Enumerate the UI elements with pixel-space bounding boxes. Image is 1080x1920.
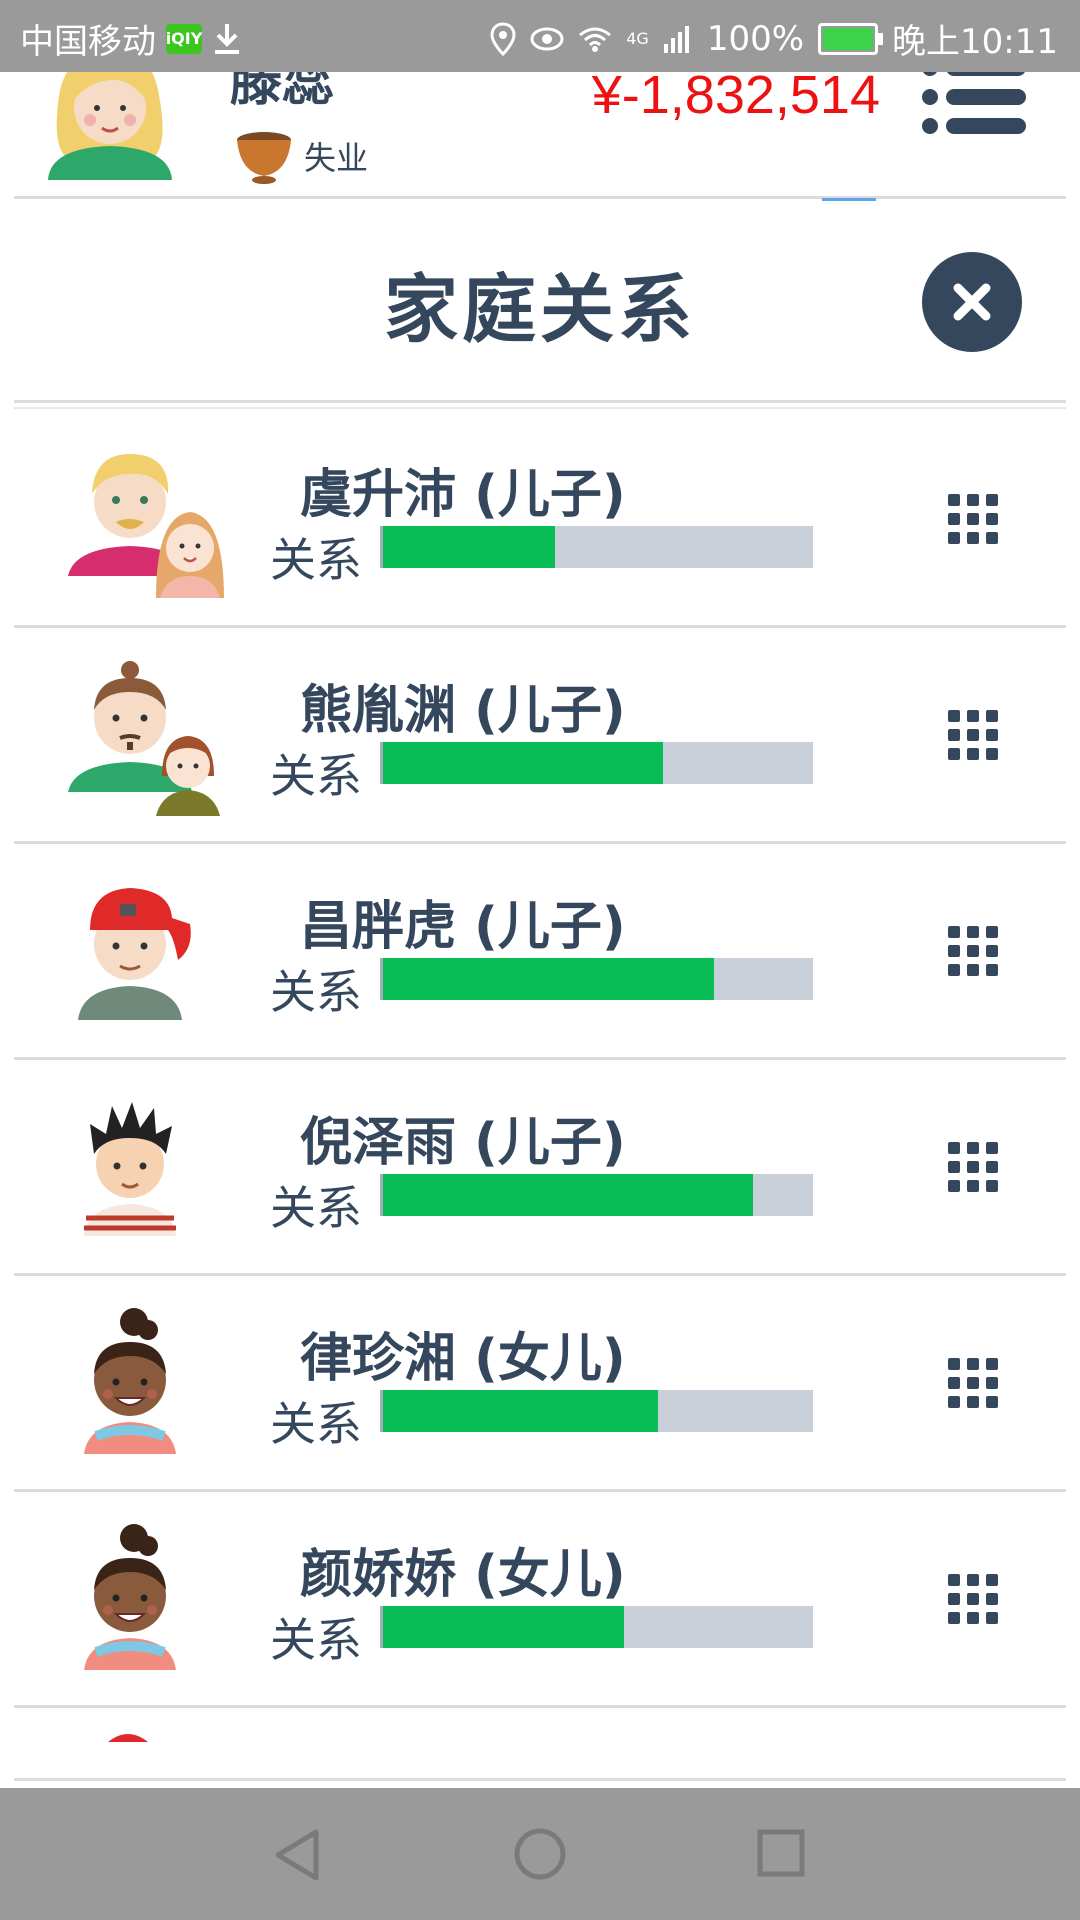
member-name: 熊胤渊 (儿子) — [300, 681, 626, 741]
relation-label: 关系 — [270, 749, 362, 803]
relation-label: 关系 — [270, 1397, 362, 1451]
avatar — [68, 661, 220, 816]
close-icon — [953, 283, 991, 321]
list-item[interactable]: 倪泽雨 (儿子) 关系 — [14, 1060, 1066, 1276]
member-name: 倪泽雨 (儿子) — [300, 1113, 626, 1173]
relation-bar — [380, 958, 813, 1000]
back-icon[interactable] — [272, 1828, 324, 1882]
grid-menu-icon[interactable] — [948, 926, 998, 976]
relation-bar-fill — [383, 958, 715, 1000]
relation-label: 关系 — [270, 533, 362, 587]
list-item[interactable]: 颜娇娇 (女儿) 关系 — [14, 1492, 1066, 1708]
avatar — [68, 454, 224, 598]
list-item[interactable]: 熊胤渊 (儿子) 关系 — [14, 628, 1066, 844]
divider — [14, 407, 1066, 409]
grid-menu-icon[interactable] — [948, 710, 998, 760]
wifi-icon — [579, 27, 612, 52]
relation-bar — [380, 1390, 813, 1432]
relation-bar — [380, 526, 813, 568]
battery-icon — [818, 22, 884, 55]
relation-bar-fill — [383, 1606, 624, 1648]
carrier-label: 中国移动 — [20, 22, 156, 62]
network-type: 4G — [626, 29, 649, 48]
grid-menu-icon[interactable] — [948, 1142, 998, 1192]
home-icon[interactable] — [512, 1826, 568, 1882]
relation-label: 关系 — [270, 1181, 362, 1235]
scroll-indicator — [822, 198, 876, 201]
money-balance: ¥-1,832,514 — [591, 65, 880, 125]
divider — [14, 196, 1066, 199]
avatar — [84, 1524, 176, 1670]
member-name: 昌胖虎 (儿子) — [300, 897, 626, 957]
relation-bar-fill — [383, 1390, 659, 1432]
recents-icon[interactable] — [756, 1828, 806, 1878]
grid-menu-icon[interactable] — [948, 1358, 998, 1408]
avatar — [84, 1308, 176, 1454]
list-item[interactable]: 虞升沛 (儿子) 关系 — [14, 412, 1066, 628]
battery-percent: 100% — [706, 18, 805, 59]
nav-bar — [0, 1788, 1080, 1920]
grid-menu-icon[interactable] — [948, 494, 998, 544]
download-icon — [215, 23, 239, 54]
job-status: 失业 — [234, 128, 368, 184]
relation-bar-fill — [383, 1174, 753, 1216]
avatar-partial — [108, 1734, 148, 1742]
list-item[interactable]: 律珍湘 (女儿) 关系 — [14, 1276, 1066, 1492]
member-name: 律珍湘 (女儿) — [300, 1329, 626, 1389]
list-item-partial — [14, 1708, 1066, 1781]
dialog-title: 家庭关系 — [384, 267, 696, 353]
relation-label: 关系 — [270, 965, 362, 1019]
avatar — [78, 888, 191, 1020]
relation-label: 关系 — [270, 1613, 362, 1667]
relation-bar — [380, 1174, 813, 1216]
close-button[interactable] — [922, 252, 1022, 352]
relation-bar-fill — [383, 742, 663, 784]
relation-bar-fill — [383, 526, 555, 568]
grid-menu-icon[interactable] — [948, 1574, 998, 1624]
relation-bar — [380, 742, 813, 784]
clock: 晚上10:11 — [892, 22, 1058, 62]
location-icon — [490, 21, 516, 56]
family-list: 虞升沛 (儿子) 关系 熊胤渊 (儿子) 关系 昌胖虎 (儿子) 关系 倪泽雨 … — [0, 412, 1080, 1781]
list-item[interactable]: 昌胖虎 (儿子) 关系 — [14, 844, 1066, 1060]
avatar — [84, 1102, 176, 1236]
status-bar: 中国移动 iQIY 4G 100% 晚上10:11 — [0, 0, 1080, 72]
relation-bar — [380, 1606, 813, 1648]
member-name: 颜娇娇 (女儿) — [300, 1545, 626, 1605]
divider — [14, 400, 1066, 403]
bowl-icon — [237, 132, 291, 184]
job-label: 失业 — [304, 139, 369, 177]
iqiyi-icon: iQIY — [166, 23, 202, 54]
member-name: 虞升沛 (儿子) — [300, 465, 626, 525]
signal-icon — [663, 25, 689, 53]
eye-icon — [530, 27, 564, 50]
